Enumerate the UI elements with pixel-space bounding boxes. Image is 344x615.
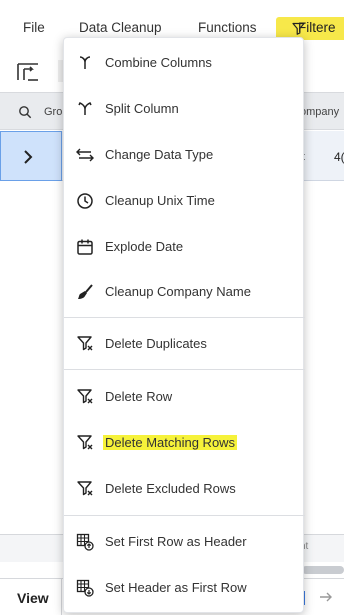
column-header-group[interactable]: Gro [44,106,62,118]
filter-x-icon [77,435,93,450]
menu-item-explode-date[interactable]: Explode Date [64,227,305,267]
brush-icon [78,284,93,299]
clock-icon [77,193,93,209]
filter-x-icon [77,336,93,351]
menu-item-combine-columns[interactable]: Combine Columns [64,43,305,83]
menu-divider [64,369,305,370]
change-type-icon [76,148,94,162]
menu-item-label: Delete Duplicates [105,336,207,351]
menu-item-label: Split Column [105,101,179,116]
menu-item-label: Set Header as First Row [105,580,247,595]
menu-item-delete-duplicates[interactable]: Delete Duplicates [64,324,305,364]
combine-columns-icon [79,56,91,69]
scrollbar-thumb[interactable] [302,566,344,574]
menu-item-label: Cleanup Unix Time [105,193,215,208]
row-expander[interactable] [0,131,62,181]
menu-data-cleanup[interactable]: Data Cleanup [79,20,162,35]
menu-item-label: Combine Columns [105,55,212,70]
menu-item-set-first-row-header[interactable]: Set First Row as Header [64,522,305,562]
menu-item-change-data-type[interactable]: Change Data Type [64,135,305,175]
menu-item-label: Delete Matching Rows [103,435,238,450]
menu-item-label: Delete Excluded Rows [105,481,236,496]
menu-item-delete-matching-rows[interactable]: Delete Matching Rows [64,423,305,463]
menu-divider [64,515,305,516]
split-column-icon [78,101,92,115]
column-format-icon[interactable] [15,60,41,84]
menu-item-label: Change Data Type [105,147,214,162]
menu-item-delete-row[interactable]: Delete Row [64,377,305,417]
menu-item-label: Set First Row as Header [105,534,247,549]
menu-item-label: Cleanup Company Name [105,284,251,299]
table-cell: 4( [334,150,344,164]
menu-item-cleanup-company-name[interactable]: Cleanup Company Name [64,272,305,312]
search-icon[interactable] [18,105,32,119]
chevron-right-icon [24,150,33,164]
table-up-icon [76,533,94,551]
menu-item-label: Explode Date [105,239,184,254]
menu-file[interactable]: File [23,20,45,35]
filter-x-icon [77,389,93,404]
calendar-icon [77,239,93,255]
menu-item-set-header-first-row[interactable]: Set Header as First Row [64,568,305,608]
menu-divider [64,317,305,318]
filter-x-icon [77,481,93,496]
menu-item-cleanup-unix-time[interactable]: Cleanup Unix Time [64,181,305,221]
table-down-icon [76,579,94,597]
filter-icon [292,22,305,35]
arrow-right-icon[interactable] [318,590,334,604]
view-button[interactable]: View [0,579,62,615]
column-header-company[interactable]: ompany [300,106,339,118]
menu-functions[interactable]: Functions [198,20,257,35]
menu-item-label: Delete Row [105,389,173,404]
menu-item-delete-excluded-rows[interactable]: Delete Excluded Rows [64,469,305,509]
data-cleanup-dropdown: Combine Columns Split Column Change Data… [63,37,305,613]
menu-item-split-column[interactable]: Split Column [64,89,305,129]
